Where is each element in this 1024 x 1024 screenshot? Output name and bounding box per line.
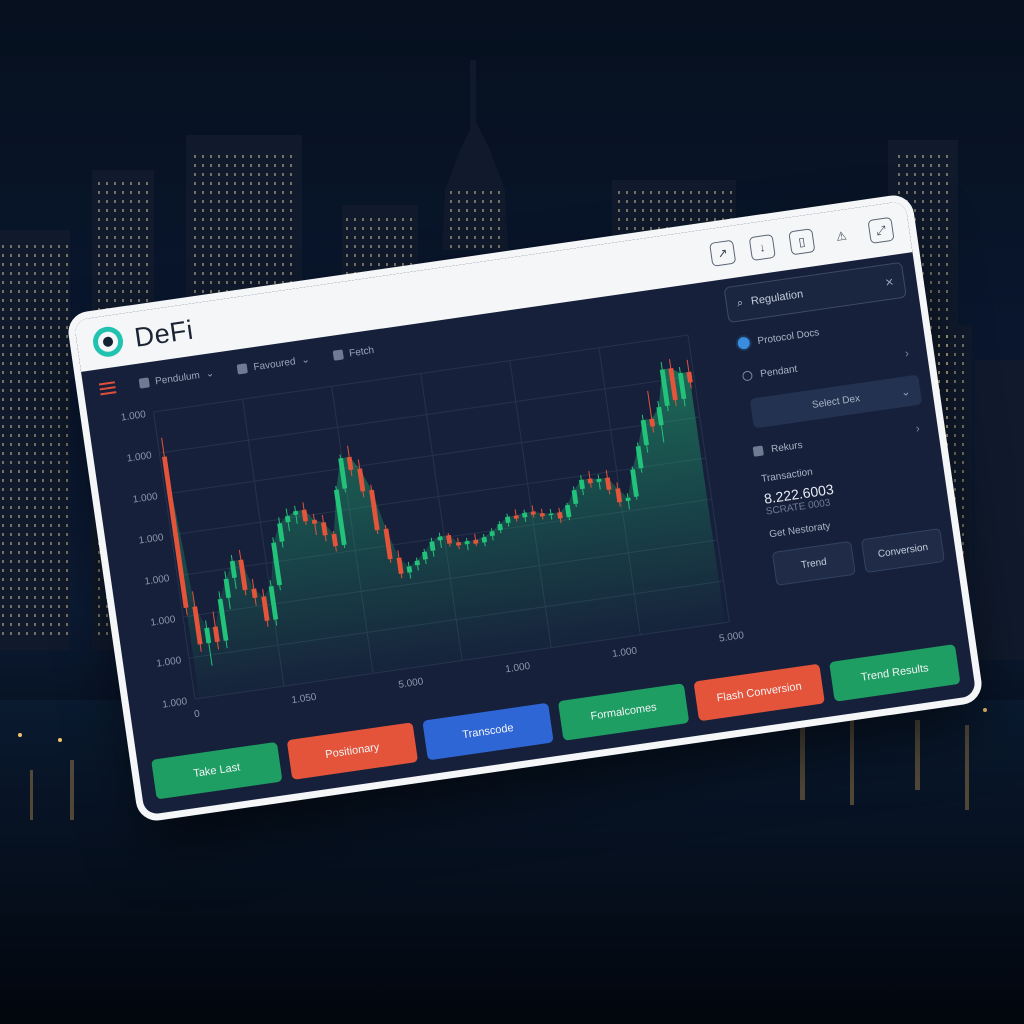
y-tick-label: 1.000: [162, 696, 189, 711]
transcode-button[interactable]: Transcode: [422, 702, 554, 761]
candle-body: [284, 515, 291, 523]
candle-body: [557, 511, 563, 519]
trend-button[interactable]: Trend: [771, 540, 856, 586]
candle: [161, 437, 189, 616]
x-tick-label: 0: [194, 708, 202, 720]
formalcomes-button[interactable]: Formalcomes: [557, 683, 690, 741]
chevron-right-icon: ›: [903, 345, 910, 361]
toolbar-item-snapshot[interactable]: Fetch: [332, 344, 375, 361]
x-tick-label: 1.050: [291, 692, 318, 707]
candle-body: [414, 560, 420, 566]
conversion-button[interactable]: Conversion: [860, 527, 945, 574]
chevron-down-icon: ⌄: [300, 353, 311, 366]
x-tick-label: 1.000: [611, 645, 638, 660]
toolbar-item-indicator[interactable]: Favoured ⌄: [237, 354, 310, 375]
toolbar-item-label: Favoured: [252, 355, 297, 373]
candle-body: [481, 536, 488, 543]
candle-body: [505, 516, 511, 524]
alert-icon[interactable]: ⚠: [828, 222, 855, 249]
indicator-icon: [237, 363, 249, 375]
sidebar-item-label: Pendant: [759, 363, 798, 380]
candle-body: [437, 536, 443, 541]
positionary-button[interactable]: Positionary: [286, 722, 419, 780]
y-tick-label: 1.000: [138, 532, 165, 547]
candle-body: [311, 519, 318, 525]
chevron-right-icon: ›: [914, 420, 921, 436]
menu-icon[interactable]: [98, 381, 117, 396]
chart-type-icon: [138, 377, 150, 389]
trend-results-button[interactable]: Trend Results: [829, 644, 961, 702]
dex-select-value: Select Dex: [811, 392, 861, 411]
y-tick-label: 1.000: [120, 409, 147, 424]
search-value: Regulation: [750, 288, 804, 308]
candle-body: [497, 523, 503, 531]
candle-body: [489, 530, 495, 537]
doc-icon: [752, 445, 764, 457]
x-tick-label: 1.000: [505, 661, 532, 676]
y-tick-label: 1.000: [132, 491, 159, 506]
chevron-down-icon: ⌄: [900, 385, 912, 399]
circle-icon: [741, 370, 754, 382]
take-last-button[interactable]: Take Last: [151, 741, 283, 800]
y-tick-label: 1.000: [150, 614, 177, 629]
share-icon[interactable]: ↗: [709, 239, 737, 267]
toolbar-item-label: Fetch: [348, 344, 375, 359]
candle-body: [522, 512, 528, 518]
bookmark-icon[interactable]: ▯: [788, 228, 816, 256]
x-tick-label: 5.000: [718, 630, 745, 645]
candle-body: [587, 478, 593, 484]
camera-icon: [332, 349, 345, 361]
candle-body: [293, 510, 299, 516]
sidebar-item-label: Protocol Docs: [756, 326, 820, 347]
flash-conversion-button[interactable]: Flash Conversion: [693, 663, 825, 722]
protocol-icon: [736, 336, 751, 350]
candle-body: [473, 539, 479, 544]
candle-body: [406, 566, 413, 573]
toolbar-item-chart-type[interactable]: Pendulum ⌄: [138, 367, 215, 390]
chevron-down-icon: ⌄: [204, 367, 215, 380]
candle-body: [161, 456, 189, 609]
close-icon[interactable]: ×: [884, 273, 894, 290]
download-icon[interactable]: ↓: [748, 233, 776, 262]
sidebar-item-label: Rekurs: [770, 439, 804, 455]
toolbar-item-label: Pendulum: [154, 369, 201, 387]
x-tick-label: 5.000: [398, 676, 425, 691]
app-title: DeFi: [132, 314, 196, 353]
defi-logo-icon: [91, 324, 126, 359]
y-tick-label: 1.000: [126, 450, 153, 465]
y-tick-label: 1.000: [156, 655, 183, 670]
titlebar-icons: ↗ ↓ ▯ ⚠ ⤢: [709, 216, 895, 267]
search-icon: ⌕: [736, 296, 744, 310]
expand-icon[interactable]: ⤢: [867, 216, 895, 244]
y-tick-label: 1.000: [144, 573, 171, 588]
